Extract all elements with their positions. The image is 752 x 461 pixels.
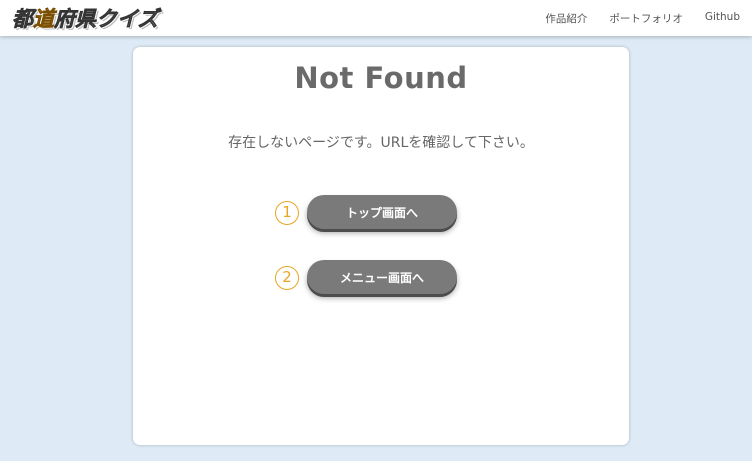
option-row-menu: 2 メニュー画面へ (275, 260, 475, 296)
menu-page-button[interactable]: メニュー画面へ (307, 260, 457, 294)
header-bar: 都道府県クイズ 作品紹介 ポートフォリオ Github (0, 0, 752, 36)
site-logo[interactable]: 都道府県クイズ (12, 3, 159, 33)
top-nav: 作品紹介 ポートフォリオ Github (523, 11, 740, 26)
number-badge-2: 2 (275, 266, 299, 290)
logo-text-part1: 都 (12, 7, 34, 32)
logo-text-part2: 府県クイズ (54, 7, 159, 32)
nav-link-works[interactable]: 作品紹介 (545, 11, 587, 26)
logo-text-accent: 道 (33, 7, 55, 32)
nav-link-github[interactable]: Github (705, 11, 740, 26)
nav-link-portfolio[interactable]: ポートフォリオ (609, 11, 683, 26)
error-message: 存在しないページです。URLを確認して下さい。 (228, 135, 534, 151)
option-row-top: 1 トップ画面へ (275, 195, 475, 231)
not-found-card: Not Found 存在しないページです。URLを確認して下さい。 1 トップ画… (133, 47, 629, 445)
number-badge-1: 1 (275, 201, 299, 225)
page-title: Not Found (294, 61, 468, 95)
top-page-button[interactable]: トップ画面へ (307, 195, 457, 229)
